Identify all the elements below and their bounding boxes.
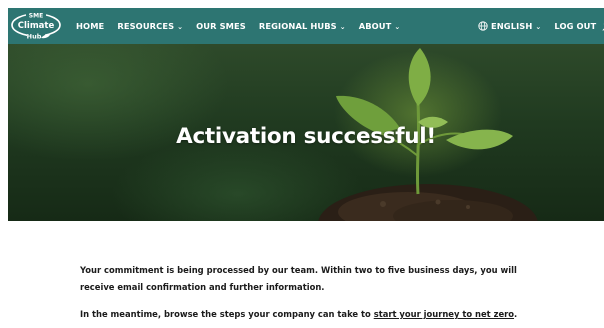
- nav-item-resources[interactable]: RESOURCES ⌄: [117, 21, 183, 31]
- confirmation-message: Your commitment is being processed by ou…: [80, 262, 550, 323]
- next-steps-suffix: .: [514, 309, 518, 319]
- logout-label: LOG OUT: [554, 21, 597, 31]
- sme-climate-hub-logo[interactable]: SME Climate Hub: [10, 11, 64, 41]
- chevron-down-icon: ⌄: [339, 22, 346, 31]
- nav-item-home[interactable]: HOME: [76, 21, 104, 31]
- language-label: ENGLISH: [491, 21, 533, 31]
- next-steps-paragraph: In the meantime, browse the steps your c…: [80, 306, 550, 323]
- logout-button[interactable]: LOG OUT: [554, 21, 604, 31]
- language-selector[interactable]: ENGLISH ⌄: [478, 21, 541, 31]
- nav-label: ABOUT: [358, 21, 392, 31]
- chevron-down-icon: ⌄: [177, 22, 184, 31]
- globe-icon: [478, 21, 488, 31]
- nav-label: RESOURCES: [117, 21, 175, 31]
- top-navigation-bar: SME Climate Hub HOME RESOURCES ⌄ OUR SME…: [8, 8, 604, 44]
- nav-utility: ENGLISH ⌄ LOG OUT: [478, 8, 604, 44]
- primary-nav: HOME RESOURCES ⌄ OUR SMES REGIONAL HUBS …: [76, 8, 413, 44]
- next-steps-text: In the meantime, browse the steps your c…: [80, 309, 374, 319]
- nav-label: OUR SMES: [196, 21, 246, 31]
- nav-item-about[interactable]: ABOUT ⌄: [359, 21, 401, 31]
- page-top-margin: [0, 0, 604, 8]
- processing-paragraph: Your commitment is being processed by ou…: [80, 265, 517, 292]
- logo-line-sme: SME: [29, 13, 43, 20]
- net-zero-journey-link[interactable]: start your journey to net zero: [374, 309, 514, 319]
- nav-item-our-smes[interactable]: OUR SMES: [196, 21, 246, 31]
- chevron-down-icon: ⌄: [535, 22, 542, 31]
- nav-label: HOME: [76, 21, 105, 31]
- logo-line-hub: Hub: [27, 33, 42, 41]
- hero-banner: Activation successful!: [8, 44, 604, 221]
- chevron-down-icon: ⌄: [394, 22, 401, 31]
- nav-label: REGIONAL HUBS: [258, 21, 337, 31]
- logo-line-climate: Climate: [18, 21, 55, 31]
- hero-title: Activation successful!: [176, 124, 436, 149]
- nav-item-regional-hubs[interactable]: REGIONAL HUBS ⌄: [259, 21, 346, 31]
